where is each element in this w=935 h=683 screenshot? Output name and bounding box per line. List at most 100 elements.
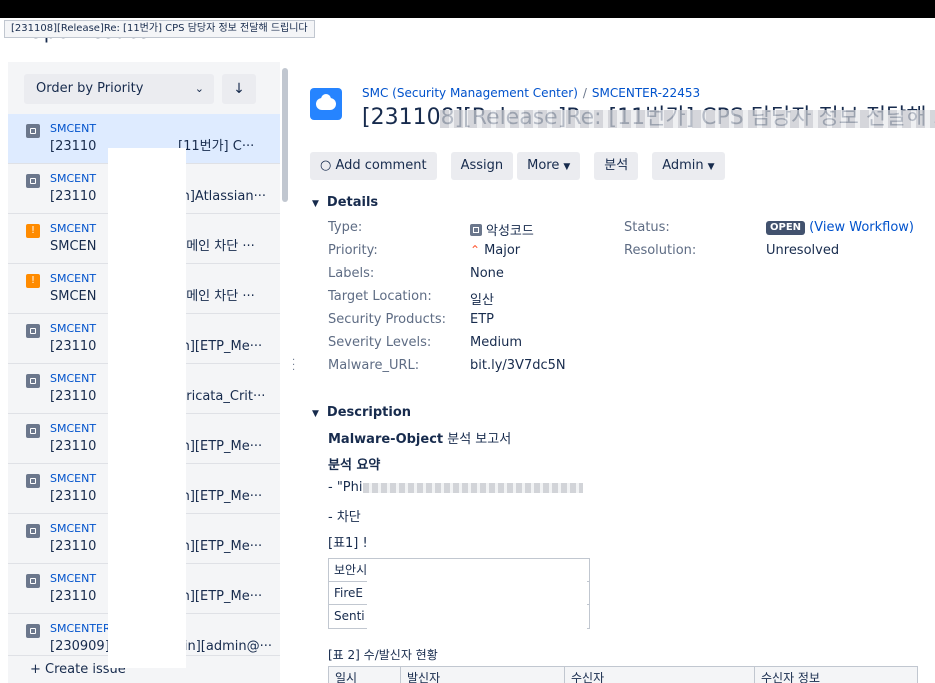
project-avatar-icon[interactable]: [310, 88, 342, 120]
severity-label: Severity Levels:: [328, 335, 432, 350]
admin-label: Admin: [662, 158, 704, 173]
breadcrumb: SMC (Security Management Center) / SMCENTE…: [362, 86, 700, 100]
issue-summary-start: [23110: [50, 589, 97, 604]
issue-summary-end: in][ETP_Me···: [178, 489, 263, 504]
breadcrumb-separator: /: [582, 86, 587, 100]
labels-value: None: [470, 266, 504, 281]
breadcrumb-issue-key[interactable]: SMCENTER-22453: [592, 86, 700, 100]
warning-issue-type-icon: !: [26, 274, 40, 288]
type-label: Type:: [328, 220, 363, 235]
table-2-header-cell: 수신자 정보: [761, 671, 821, 683]
details-heading: Details: [326, 195, 379, 210]
order-controls: Order by Priority ⌄ ↓: [24, 74, 256, 104]
issue-key[interactable]: SMCENT: [50, 122, 280, 136]
resolution-value: Unresolved: [766, 243, 840, 258]
malware-url-value: bit.ly/3V7dc5N: [470, 358, 566, 373]
issue-tooltip: [231108][Release]Re: [11번가] CPS 담당자 정보 전…: [4, 20, 315, 38]
detail-row-malware-url: Malware_URL: bit.ly/3V7dc5N: [328, 358, 928, 381]
more-button[interactable]: More ▼: [517, 152, 581, 180]
admin-button[interactable]: Admin ▼: [652, 152, 725, 180]
sort-direction-button[interactable]: ↓: [222, 74, 256, 104]
warning-issue-type-icon: !: [26, 224, 40, 238]
blurred-text: [362, 482, 583, 493]
type-value-text: 악성코드: [486, 224, 534, 239]
title-redaction: [440, 110, 935, 128]
issue-summary-end: E메인 차단 ···: [178, 289, 255, 304]
description-section-toggle[interactable]: ▼ Description: [312, 405, 411, 420]
panel-resize-handle[interactable]: · · ·: [292, 356, 295, 376]
issue-summary-start: [23110: [50, 439, 97, 454]
table-2-header: 일시 발신자 수신자 수신자 정보: [328, 666, 918, 683]
table-2-header-cell: 발신자: [401, 667, 565, 683]
issue-summary-start: [23110: [50, 139, 97, 154]
bullet-1-text: - "Phi: [328, 480, 363, 495]
summary-bullet-2: - 차단: [328, 506, 928, 532]
chevron-down-icon: ▼: [707, 162, 715, 172]
detail-row-target: Target Location: 일산: [328, 289, 928, 312]
type-value: 악성코드: [470, 220, 534, 239]
security-products-value: ETP: [470, 312, 494, 327]
issue-summary-end: uricata_Crit···: [178, 389, 266, 404]
description-body: Malware-Object 분석 보고서 분석 요약 - "Phi - 차단 …: [328, 428, 928, 558]
table-redaction: [367, 559, 587, 631]
issue-type-icon: [26, 624, 40, 638]
issue-type-icon: [26, 124, 40, 138]
priority-value: ⌃ Major: [470, 243, 520, 258]
detail-row-type: Type: 악성코드 Status: OPEN (View Workflow): [328, 220, 928, 243]
status-badge: OPEN: [766, 221, 806, 235]
issue-type-icon: [26, 424, 40, 438]
chevron-down-icon: ⌄: [194, 82, 204, 95]
summary-bullet-1: - "Phi: [328, 480, 928, 506]
detail-row-labels: Labels: None: [328, 266, 928, 289]
chevron-down-icon: ▼: [312, 409, 319, 419]
issue-summary-end: in][ETP_Me···: [178, 339, 263, 354]
issue-summary-start: [23110: [50, 389, 97, 404]
issue-list-scrollbar[interactable]: [282, 68, 288, 202]
issue-type-icon: [26, 524, 40, 538]
labels-label: Labels:: [328, 266, 375, 281]
table2-caption: [표 2] 수/발신자 현황: [328, 648, 438, 662]
resolution-label: Resolution:: [624, 243, 697, 258]
more-label: More: [527, 158, 560, 173]
issue-summary-end: in][ETP_Me···: [178, 539, 263, 554]
target-location-label: Target Location:: [328, 289, 432, 304]
chevron-down-icon: ▼: [563, 162, 571, 172]
issue-list-panel: Order by Priority ⌄ ↓ SMCENT [23110 [11번가]…: [8, 62, 280, 683]
table-2-header-cell: 일시: [329, 667, 401, 683]
issue-type-icon: [26, 324, 40, 338]
issue-summary-start: SMCEN: [50, 289, 97, 304]
breadcrumb-project[interactable]: SMC (Security Management Center): [362, 86, 578, 100]
priority-value-text: Major: [484, 243, 521, 258]
detail-row-severity: Severity Levels: Medium: [328, 335, 928, 358]
assign-button[interactable]: Assign: [450, 152, 514, 180]
security-products-label: Security Products:: [328, 312, 447, 327]
arrow-down-icon: ↓: [233, 81, 245, 97]
table1-caption: [표1] !: [328, 536, 368, 551]
report-object-text: Malware-Object: [328, 432, 444, 447]
order-by-select[interactable]: Order by Priority ⌄: [24, 74, 214, 104]
top-bar: [0, 0, 935, 18]
table-2-header-cell: 수신자: [565, 667, 755, 683]
severity-value: Medium: [470, 335, 522, 350]
add-comment-label: Add comment: [335, 158, 427, 173]
redaction-block: [108, 148, 186, 668]
issue-summary-start: SMCEN: [50, 239, 97, 254]
issue-summary-end: E메인 차단 ···: [178, 239, 255, 254]
priority-major-icon: ⌃: [470, 243, 481, 257]
issue-summary-end: in]Atlassian···: [178, 189, 267, 204]
view-workflow-link[interactable]: (View Workflow): [809, 220, 914, 235]
issue-summary-start: [23110: [50, 189, 97, 204]
description-line-report: Malware-Object 분석 보고서: [328, 428, 928, 454]
issue-summary-end: in][ETP_Me···: [178, 439, 263, 454]
status-label: Status:: [624, 220, 670, 235]
analysis-button[interactable]: 분석: [594, 152, 639, 180]
issue-type-icon: [26, 574, 40, 588]
priority-label: Priority:: [328, 243, 378, 258]
issue-summary-end: [11번가] C···: [178, 139, 255, 154]
issue-summary-start: [23110: [50, 539, 97, 554]
chevron-down-icon: ▼: [312, 199, 319, 209]
issue-toolbar: ○ Add comment Assign More ▼ 분석 Admin ▼: [310, 152, 725, 180]
status-value: OPEN (View Workflow): [766, 220, 914, 235]
details-section-toggle[interactable]: ▼ Details: [312, 195, 378, 210]
add-comment-button[interactable]: ○ Add comment: [310, 152, 437, 180]
